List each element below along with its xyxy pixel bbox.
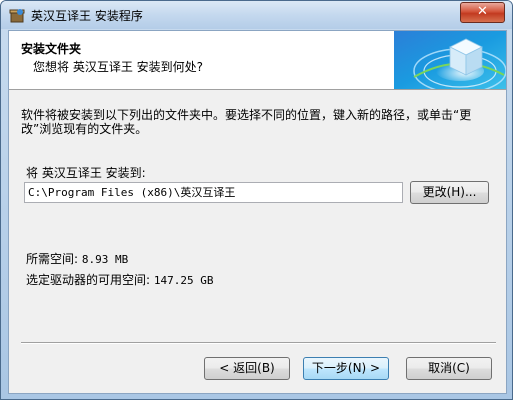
footer-divider: [21, 342, 496, 344]
install-path-field[interactable]: C:\Program Files (x86)\英汉互译王: [24, 182, 403, 203]
destination-label: 将 英汉互译王 安装到:: [26, 166, 146, 180]
instructions-text: 软件将被安装到以下列出的文件夹中。要选择不同的位置，键入新的路径，或单击“更改”…: [21, 108, 472, 136]
space-available: 选定驱动器的可用空间: 147.25 GB: [26, 271, 213, 288]
space-available-label: 选定驱动器的可用空间:: [26, 273, 151, 287]
next-button[interactable]: 下一步(N) >: [303, 357, 389, 380]
wizard-header: 安装文件夹 您想将 英汉互译王 安装到何处?: [9, 31, 507, 94]
back-button[interactable]: < 返回(B): [204, 357, 290, 380]
window-title: 英汉互译王 安装程序: [31, 9, 143, 23]
title-bar[interactable]: 英汉互译王 安装程序 ✕: [1, 1, 512, 29]
space-required: 所需空间: 8.93 MB: [26, 250, 128, 267]
change-folder-button[interactable]: 更改(H)...: [410, 181, 489, 204]
page-title: 安装文件夹: [21, 42, 82, 56]
page-subtitle: 您想将 英汉互译王 安装到何处?: [33, 60, 203, 74]
space-required-label: 所需空间:: [26, 252, 79, 266]
header-banner-graphic: [394, 31, 507, 94]
space-required-value: 8.93 MB: [81, 253, 129, 266]
close-button[interactable]: ✕: [460, 2, 505, 23]
cancel-button[interactable]: 取消(C): [406, 357, 492, 380]
space-available-value: 147.25 GB: [153, 274, 214, 287]
installer-app-icon: [9, 7, 25, 23]
wizard-client-area: 安装文件夹 您想将 英汉互译王 安装到何处? 软件将被安装到以下列出的文件夹中。…: [8, 30, 507, 394]
installer-window: 英汉互译王 安装程序 ✕ 安装文件夹 您想将 英汉互译王 安装到何处? 软件将被…: [0, 0, 513, 400]
